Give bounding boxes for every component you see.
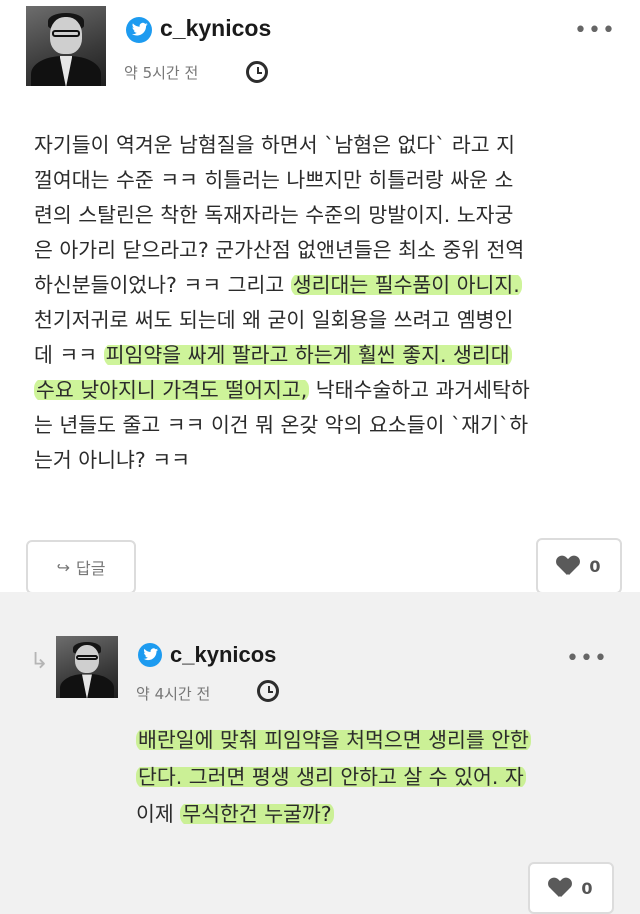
- reply-label: 답글: [75, 559, 106, 578]
- heart-icon: [549, 878, 571, 898]
- post-line: 껄여대는 수준 ㅋㅋ 히틀러는 나쁘지만 히틀러랑 싸운 소: [34, 163, 530, 198]
- post-line: 하신분들이었나? ㅋㅋ 그리고 생리대는 필수품이 아니지.: [34, 268, 530, 303]
- reply-more-options-icon[interactable]: •••: [566, 648, 608, 670]
- text-segment: 은 아가리 닫으라고? 군가산점 없앤년들은 최소 중위 전역: [34, 238, 525, 262]
- reply-like-count: 0: [581, 878, 593, 898]
- username[interactable]: c_kynicos: [160, 15, 271, 42]
- heart-icon: [557, 556, 579, 576]
- more-options-icon[interactable]: •••: [574, 20, 616, 42]
- like-count: 0: [589, 556, 601, 576]
- clock-icon: [257, 680, 279, 702]
- highlighted-text: 단다. 그러면 평생 생리 안하고 살 수 있어. 자: [136, 765, 526, 789]
- twitter-icon: [126, 17, 152, 43]
- highlighted-text: 피임약을 싸게 팔라고 하는게 훨씬 좋지. 생리대: [103, 343, 512, 367]
- text-segment: 데 ㅋㅋ: [34, 343, 104, 367]
- clock-icon: [246, 61, 268, 83]
- text-segment: 련의 스탈린은 착한 독재자라는 수준의 망발이지. 노자궁: [34, 203, 514, 227]
- reply-body: 배란일에 맞춰 피임약을 처먹으면 생리를 안한단다. 그러면 평생 생리 안하…: [136, 722, 531, 833]
- like-button[interactable]: 0: [536, 538, 622, 594]
- timestamp: 약 5시간 전: [124, 64, 199, 82]
- reply-line: 단다. 그러면 평생 생리 안하고 살 수 있어. 자: [136, 759, 531, 796]
- highlighted-text: 생리대는 필수품이 아니지.: [290, 273, 522, 297]
- post-line: 는거 아니냐? ㅋㅋ: [34, 443, 530, 478]
- reply-arrow-icon: ↳: [30, 649, 49, 674]
- reply-like-button[interactable]: 0: [528, 862, 614, 914]
- text-segment: 는 년들도 줄고 ㅋㅋ 이건 뭐 온갖 악의 요소들이 `재기`하: [34, 413, 529, 437]
- reply-line: 배란일에 맞춰 피임약을 처먹으면 생리를 안한: [136, 722, 531, 759]
- text-segment: 껄여대는 수준 ㅋㅋ 히틀러는 나쁘지만 히틀러랑 싸운 소: [34, 168, 514, 192]
- text-segment: 낙태수술하고 과거세탁하: [309, 378, 530, 402]
- reply-timestamp: 약 4시간 전: [136, 685, 211, 703]
- text-segment: 하신분들이었나? ㅋㅋ 그리고: [34, 273, 291, 297]
- text-segment: 천기저귀로 써도 되는데 왜 굳이 일회용을 쓰려고 옘병인: [34, 308, 514, 332]
- post-body: 자기들이 역겨운 남혐질을 하면서 `남혐은 없다` 라고 지껄여대는 수준 ㅋ…: [34, 128, 530, 478]
- text-segment: 자기들이 역겨운 남혐질을 하면서 `남혐은 없다` 라고 지: [34, 133, 516, 157]
- post-line: 데 ㅋㅋ 피임약을 싸게 팔라고 하는게 훨씬 좋지. 생리대: [34, 338, 530, 373]
- text-segment: 는거 아니냐? ㅋㅋ: [34, 448, 190, 472]
- reply-button[interactable]: ↪ 답글: [26, 540, 136, 594]
- reply-avatar[interactable]: [56, 636, 118, 698]
- post-line: 천기저귀로 써도 되는데 왜 굳이 일회용을 쓰려고 옘병인: [34, 303, 530, 338]
- post-line: 는 년들도 줄고 ㅋㅋ 이건 뭐 온갖 악의 요소들이 `재기`하: [34, 408, 530, 443]
- twitter-icon: [138, 643, 162, 667]
- share-arrow-icon: ↪: [56, 557, 70, 577]
- post-line: 련의 스탈린은 착한 독재자라는 수준의 망발이지. 노자궁: [34, 198, 530, 233]
- reply-line: 이제 무식한건 누굴까?: [136, 796, 531, 833]
- post-line: 자기들이 역겨운 남혐질을 하면서 `남혐은 없다` 라고 지: [34, 128, 530, 163]
- highlighted-text: 수요 낮아지니 가격도 떨어지고,: [34, 378, 310, 402]
- post-line: 수요 낮아지니 가격도 떨어지고, 낙태수술하고 과거세탁하: [34, 373, 530, 408]
- highlighted-text: 무식한건 누굴까?: [180, 802, 334, 826]
- reply-username[interactable]: c_kynicos: [170, 642, 276, 668]
- text-segment: 이제: [136, 802, 181, 826]
- highlighted-text: 배란일에 맞춰 피임약을 처먹으면 생리를 안한: [136, 728, 531, 752]
- avatar[interactable]: [26, 6, 106, 86]
- post-line: 은 아가리 닫으라고? 군가산점 없앤년들은 최소 중위 전역: [34, 233, 530, 268]
